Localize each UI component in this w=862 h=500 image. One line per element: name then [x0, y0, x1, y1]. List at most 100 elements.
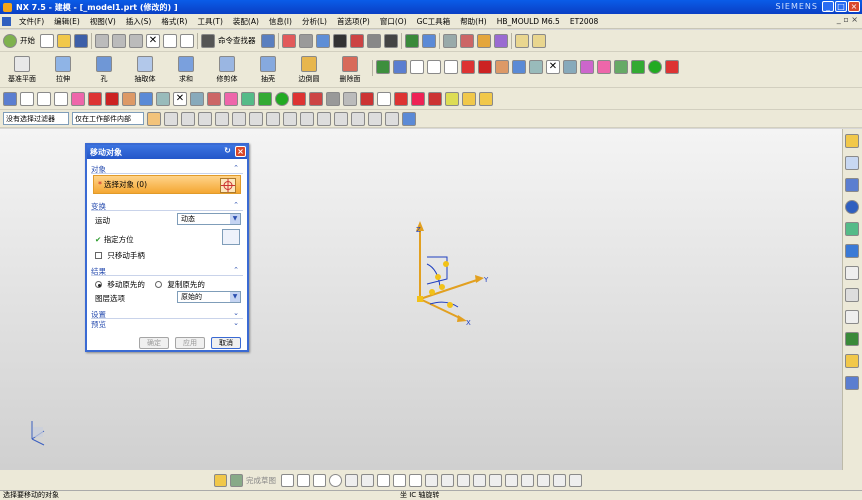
corner-icon[interactable]	[489, 473, 502, 487]
cancel-button[interactable]: 取消	[211, 337, 241, 349]
render-style-icon[interactable]	[332, 33, 347, 48]
wcs-icon[interactable]	[459, 33, 474, 48]
menu-edit[interactable]: 编辑(E)	[49, 16, 85, 27]
selection-icon-15[interactable]	[402, 111, 416, 126]
analysis-text-icon-3[interactable]	[444, 60, 458, 74]
command-finder-button[interactable]: 命令查找器	[218, 35, 256, 46]
extend-icon[interactable]	[473, 473, 486, 487]
result-group-header[interactable]: 结果 ⌃	[91, 266, 243, 277]
wireframe-icon[interactable]	[366, 33, 381, 48]
tool-icon-9[interactable]	[139, 91, 153, 106]
tool-icon-8[interactable]	[122, 91, 136, 106]
unite-button[interactable]: 求和	[167, 52, 205, 84]
arc-icon[interactable]	[313, 473, 326, 487]
fit-view-icon[interactable]	[281, 33, 296, 48]
command-finder-icon[interactable]	[201, 33, 215, 48]
menu-file[interactable]: 文件(F)	[14, 16, 49, 27]
selection-icon-14[interactable]	[385, 111, 399, 126]
snap-icon[interactable]	[476, 33, 491, 48]
tool-icon-19[interactable]	[377, 91, 391, 106]
tool-icon-25[interactable]	[479, 91, 493, 106]
part-navigator-icon[interactable]	[845, 156, 859, 170]
system-materials-icon[interactable]	[845, 244, 859, 258]
tool-icon-20[interactable]	[394, 91, 408, 106]
palette-icon[interactable]	[845, 376, 859, 390]
clock-icon[interactable]	[845, 266, 859, 280]
selection-icon-4[interactable]	[215, 111, 229, 126]
cross-section-icon[interactable]	[478, 60, 492, 74]
crosshair-select-icon[interactable]	[220, 178, 236, 193]
point-icon[interactable]	[409, 473, 422, 487]
tool-icon-23[interactable]	[445, 91, 459, 106]
sheet-icon[interactable]	[495, 60, 509, 74]
new-file-icon[interactable]	[40, 33, 54, 48]
mirror-icon[interactable]	[563, 60, 577, 74]
layer-icon[interactable]	[404, 33, 419, 48]
dialog-close-icon[interactable]: ×	[235, 146, 246, 157]
background-icon[interactable]	[383, 33, 398, 48]
transform-group-header[interactable]: 变换 ⌃	[91, 201, 243, 212]
process-studio-icon[interactable]	[845, 288, 859, 302]
hole-button[interactable]: 孔	[85, 52, 123, 84]
tool-icon-17[interactable]	[343, 91, 357, 106]
move-original-radio[interactable]: 移动原先的	[95, 279, 145, 290]
extract-body-button[interactable]: 抽取体	[126, 52, 164, 84]
motion-select[interactable]: 动态 ▼	[177, 213, 241, 225]
menu-hb-mould[interactable]: HB_MOULD M6.5	[492, 17, 565, 26]
tool-icon-18[interactable]	[360, 91, 374, 106]
menu-tools[interactable]: 工具(T)	[192, 16, 227, 27]
shell-button[interactable]: 抽壳	[249, 52, 287, 84]
tool-icon-7[interactable]	[105, 91, 119, 106]
menu-help[interactable]: 帮助(H)	[455, 16, 492, 27]
ok-button[interactable]: 确定	[139, 337, 169, 349]
specify-orientation-row[interactable]: ✔ 指定方位	[95, 234, 134, 245]
menu-assembly[interactable]: 装配(A)	[228, 16, 264, 27]
point-snap-icon[interactable]	[493, 33, 508, 48]
select-objects-field[interactable]: * 选择对象 (0)	[93, 175, 241, 194]
menu-et2008[interactable]: ET2008	[565, 17, 603, 26]
tool-icon-24[interactable]	[462, 91, 476, 106]
cube-icon[interactable]	[512, 60, 526, 74]
tool-icon-2[interactable]	[20, 91, 34, 106]
close-icon[interactable]: ×	[848, 1, 860, 12]
circle-icon[interactable]	[329, 473, 342, 487]
reset-icon[interactable]: ↻	[222, 146, 233, 157]
minimize-icon[interactable]: _	[822, 1, 834, 12]
start-button[interactable]: 开始	[20, 35, 35, 46]
tool-icon-10[interactable]	[156, 91, 170, 106]
analysis-icon[interactable]	[442, 33, 457, 48]
analysis-text-icon-1[interactable]	[410, 60, 424, 74]
selection-icon-10[interactable]	[317, 111, 331, 126]
selection-filter-icon[interactable]	[260, 33, 275, 48]
finish-sketch-icon[interactable]	[230, 473, 243, 487]
show-hide-icon[interactable]	[421, 33, 436, 48]
menu-window-controls[interactable]: _ ▫ ×	[837, 15, 858, 24]
datum-plane-button[interactable]: 基准平面	[3, 52, 41, 84]
redo-icon[interactable]	[180, 33, 194, 48]
selection-icon-5[interactable]	[232, 111, 246, 126]
cut-icon[interactable]	[95, 33, 109, 48]
save-icon[interactable]	[74, 33, 88, 48]
chamfer-icon[interactable]	[361, 473, 374, 487]
delete-x-icon[interactable]: ✕	[546, 60, 560, 74]
tool-refresh-icon[interactable]	[275, 91, 289, 106]
reuse-library-icon[interactable]	[845, 310, 859, 324]
offset-curve-icon[interactable]	[441, 473, 454, 487]
dimension-icon[interactable]	[521, 473, 534, 487]
constraint-icon[interactable]	[505, 473, 518, 487]
tool-icon-22[interactable]	[428, 91, 442, 106]
pattern-icon[interactable]	[529, 60, 543, 74]
copy-original-radio[interactable]: 复制原先的	[155, 279, 205, 290]
copy-icon[interactable]	[112, 33, 126, 48]
layer-option-select[interactable]: 原始的 ▼	[177, 291, 241, 303]
move-face-icon[interactable]	[393, 60, 407, 74]
tool-icon-21[interactable]	[411, 91, 425, 106]
menu-gc-toolbox[interactable]: GC工具箱	[412, 16, 456, 27]
web-browser-icon[interactable]	[845, 200, 859, 214]
tool-icon-13[interactable]	[224, 91, 238, 106]
next-arrow-icon[interactable]	[631, 60, 645, 74]
relations-icon[interactable]	[569, 473, 582, 487]
undo-icon[interactable]	[163, 33, 177, 48]
open-folder-icon[interactable]	[57, 33, 71, 48]
sketch-icon[interactable]	[214, 473, 227, 487]
